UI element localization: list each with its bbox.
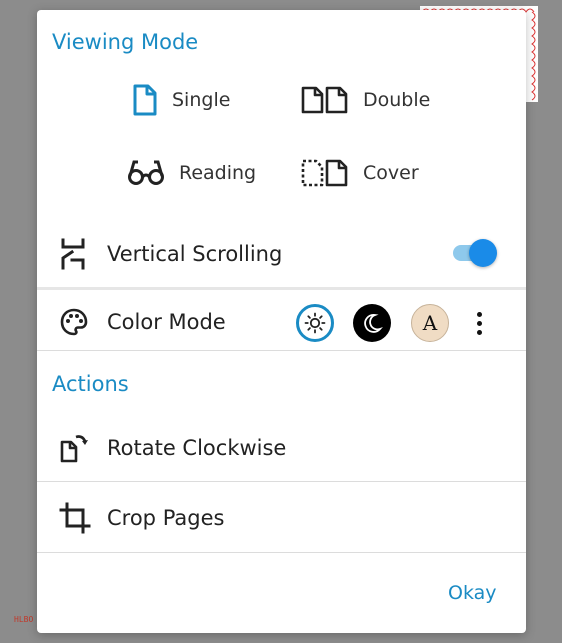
crop-icon bbox=[59, 502, 91, 534]
background-stamp-text: HLBO bbox=[14, 615, 34, 624]
color-mode-light-button[interactable] bbox=[296, 304, 334, 342]
crop-pages-label: Crop Pages bbox=[107, 506, 225, 530]
toggle-knob bbox=[469, 239, 497, 267]
more-options-icon[interactable] bbox=[469, 306, 489, 340]
okay-button[interactable]: Okay bbox=[448, 582, 497, 604]
vertical-scroll-icon bbox=[61, 238, 85, 270]
color-mode-row: Color Mode bbox=[37, 302, 526, 342]
moon-icon bbox=[364, 314, 383, 333]
palette-icon bbox=[60, 308, 88, 336]
crop-pages-action[interactable]: Crop Pages bbox=[37, 498, 526, 538]
viewing-mode-double[interactable]: Double bbox=[301, 84, 430, 116]
vertical-scrolling-label: Vertical Scrolling bbox=[107, 242, 283, 266]
rotate-clockwise-label: Rotate Clockwise bbox=[107, 436, 287, 460]
double-page-icon bbox=[301, 86, 348, 114]
cover-page-icon bbox=[301, 159, 348, 187]
sepia-letter: A bbox=[422, 311, 438, 335]
color-mode-sepia-button[interactable]: A bbox=[411, 304, 449, 342]
divider bbox=[37, 552, 526, 553]
color-mode-label: Color Mode bbox=[107, 310, 226, 334]
actions-title: Actions bbox=[52, 372, 129, 396]
viewing-mode-single[interactable]: Single bbox=[132, 84, 230, 116]
divider bbox=[37, 287, 526, 290]
viewing-mode-cover-label: Cover bbox=[363, 162, 419, 184]
sun-icon bbox=[304, 312, 326, 334]
divider bbox=[37, 350, 526, 351]
viewing-mode-reading-label: Reading bbox=[179, 162, 257, 184]
viewing-mode-cover[interactable]: Cover bbox=[301, 157, 419, 189]
view-settings-dialog: Viewing Mode Single Double Reading Cover… bbox=[37, 10, 526, 633]
reading-glasses-icon bbox=[128, 160, 164, 185]
single-page-icon bbox=[133, 84, 157, 116]
vertical-scrolling-toggle[interactable] bbox=[451, 238, 497, 268]
divider bbox=[37, 481, 526, 482]
rotate-clockwise-action[interactable]: Rotate Clockwise bbox=[37, 428, 526, 468]
rotate-clockwise-icon bbox=[60, 435, 88, 463]
viewing-mode-single-label: Single bbox=[172, 89, 231, 111]
color-mode-dark-button[interactable] bbox=[353, 304, 391, 342]
viewing-mode-double-label: Double bbox=[363, 89, 431, 111]
viewing-mode-reading[interactable]: Reading bbox=[127, 157, 256, 189]
viewing-mode-title: Viewing Mode bbox=[52, 30, 199, 54]
